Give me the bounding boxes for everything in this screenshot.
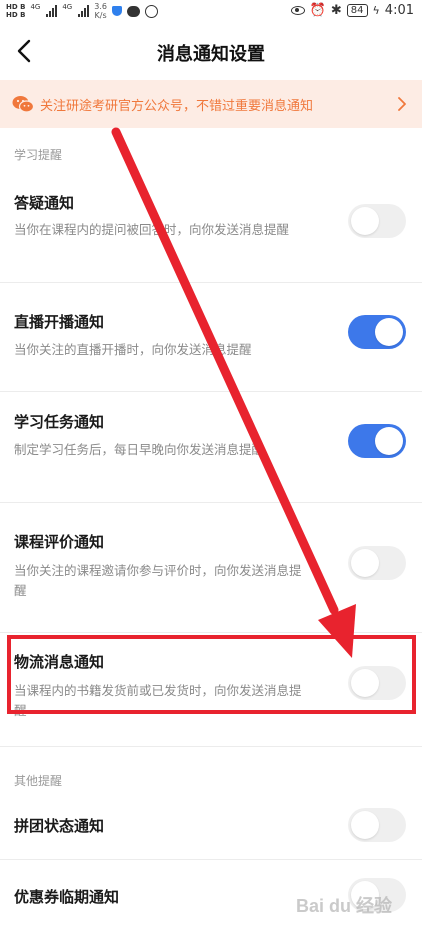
chat-bubble-icon	[126, 5, 140, 17]
row-description: 当你在课程内的提问被回答时，向你发送消息提醒	[14, 222, 290, 237]
wechat-icon	[12, 96, 34, 113]
toggle-knob	[375, 318, 403, 346]
navigation-bar: 消息通知设置	[0, 24, 422, 80]
shield-icon	[111, 6, 122, 16]
signal-icon-2	[78, 5, 90, 17]
row-description: 当你关注的直播开播时，向你发送消息提醒	[14, 342, 252, 357]
hd-indicator: HD B HD B	[6, 3, 25, 19]
row-title: 优惠券临期通知	[14, 888, 120, 906]
logistics-notification-toggle[interactable]	[348, 666, 406, 700]
setting-row-task: 学习任务通知 制定学习任务后，每日早晚向你发送消息提醒	[0, 392, 422, 503]
setting-row-review: 课程评价通知 当你关注的课程邀请你参与评价时，向你发送消息提醒	[0, 503, 422, 633]
qa-notification-toggle[interactable]	[348, 204, 406, 238]
status-bar: HD B HD B 4G 4G 3.6 K/s ⏰ ✱ 84 ϟ 4:01	[0, 0, 422, 24]
row-description: 制定学习任务后，每日早晚向你发送消息提醒	[14, 442, 265, 457]
network-type-1: 4G	[30, 3, 41, 11]
signal-icon	[46, 5, 58, 17]
section-label-other: 其他提醒	[14, 774, 63, 788]
row-title: 拼团状态通知	[14, 817, 105, 835]
row-description: 当课程内的书籍发货前或已发货时，向你发送消息提醒	[14, 683, 302, 718]
bluetooth-icon: ✱	[330, 3, 342, 18]
live-notification-toggle[interactable]	[348, 315, 406, 349]
banner-text: 关注研途考研官方公众号，不错过重要消息通知	[40, 98, 314, 114]
toggle-knob	[351, 811, 379, 839]
network-type-2: 4G	[62, 3, 73, 11]
battery-level: 84	[350, 5, 364, 16]
page-title: 消息通知设置	[157, 44, 265, 65]
toggle-knob	[351, 207, 379, 235]
follow-official-account-banner[interactable]: 关注研途考研官方公众号，不错过重要消息通知	[0, 80, 422, 128]
chevron-right-icon	[398, 97, 406, 111]
setting-row-logistics: 物流消息通知 当课程内的书籍发货前或已发货时，向你发送消息提醒	[0, 633, 422, 747]
clock: 4:01	[384, 3, 414, 18]
network-speed: 3.6 K/s	[94, 2, 107, 20]
hd-bottom-label: HD B	[6, 11, 26, 19]
app-notification-icon	[144, 4, 158, 18]
setting-row-qa: 答疑通知 当你在课程内的提问被回答时，向你发送消息提醒	[0, 172, 422, 283]
toggle-knob	[351, 669, 379, 697]
toggle-knob	[351, 549, 379, 577]
alarm-icon: ⏰	[309, 3, 326, 18]
hd-top-label: HD B	[6, 3, 26, 11]
eye-icon	[290, 6, 305, 15]
row-title: 直播开播通知	[14, 313, 105, 331]
row-title: 物流消息通知	[14, 653, 105, 671]
row-description: 当你关注的课程邀请你参与评价时，向你发送消息提醒	[14, 563, 302, 598]
row-title: 课程评价通知	[14, 533, 105, 551]
group-buy-notification-toggle[interactable]	[348, 808, 406, 842]
charging-icon: ϟ	[372, 4, 380, 17]
watermark: Bai du 经验	[295, 896, 392, 916]
speed-unit: K/s	[94, 11, 107, 20]
section-label-study: 学习提醒	[14, 148, 63, 162]
speed-value: 3.6	[94, 2, 107, 11]
review-notification-toggle[interactable]	[348, 546, 406, 580]
setting-row-live: 直播开播通知 当你关注的直播开播时，向你发送消息提醒	[0, 283, 422, 392]
toggle-knob	[375, 427, 403, 455]
task-notification-toggle[interactable]	[348, 424, 406, 458]
setting-row-group-buy: 拼团状态通知	[0, 796, 422, 860]
row-title: 答疑通知	[14, 194, 75, 212]
battery-icon: 84	[346, 4, 368, 17]
row-title: 学习任务通知	[14, 413, 105, 431]
